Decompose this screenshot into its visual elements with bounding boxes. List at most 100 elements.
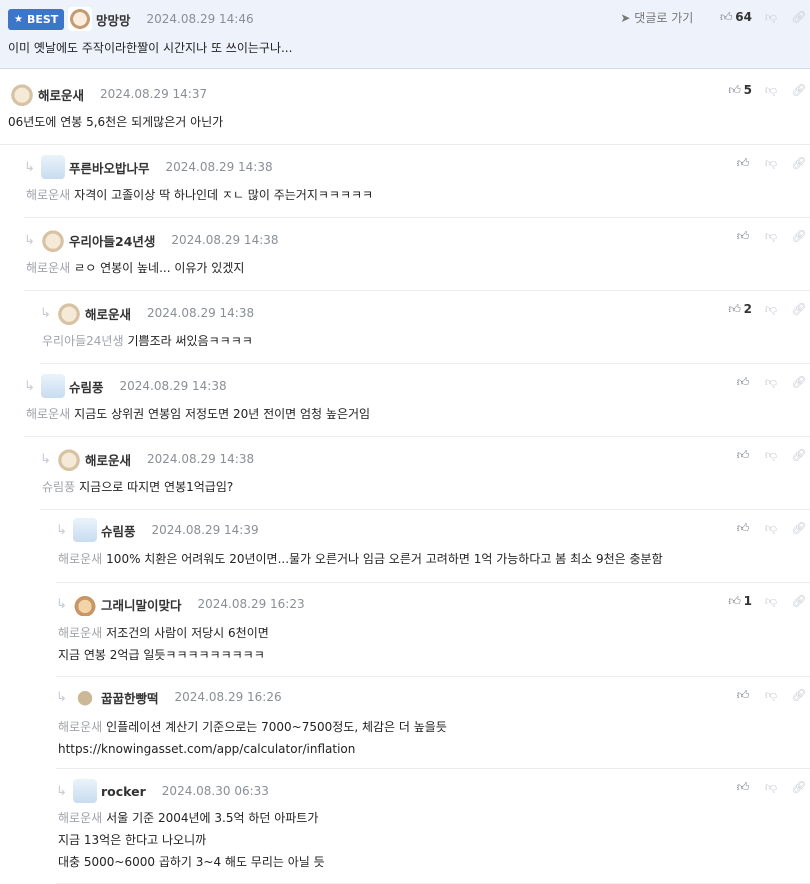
- reply-arrow-icon: ↳: [56, 522, 67, 538]
- mention[interactable]: 우리아들24년생: [42, 334, 124, 348]
- reply-arrow-icon: ↳: [24, 378, 35, 394]
- avatar[interactable]: [41, 228, 65, 252]
- comment-body: 해로운새 서울 기준 2004년에 3.5억 하던 아파트가 지금 13억은 한다…: [58, 807, 325, 873]
- mention[interactable]: 해로운새: [58, 552, 102, 566]
- thumbs-down-icon[interactable]: 👎︎: [760, 688, 782, 703]
- thumbs-down-icon[interactable]: 👎︎: [760, 375, 782, 390]
- comment-body: 슈림풍 지금으로 따지면 연봉1억급임?: [42, 476, 233, 498]
- nickname[interactable]: 푸른바오밥나무: [69, 158, 150, 177]
- comment-date: 2024.08.29 14:38: [119, 379, 227, 393]
- avatar[interactable]: [73, 592, 97, 616]
- thumbs-down-icon[interactable]: 👎︎: [760, 229, 782, 244]
- thumbs-up-icon[interactable]: 👍︎: [732, 156, 754, 171]
- thumbs-up-icon[interactable]: 👍︎: [732, 229, 754, 244]
- comment-header: ↳ 푸른바오밥나무 2024.08.29 14:38: [24, 155, 273, 179]
- reply-arrow-icon: ↳: [56, 783, 67, 799]
- goto-comment-button[interactable]: ➤ 댓글로 가기: [620, 9, 693, 26]
- reply-arrow-icon: ↳: [40, 451, 51, 467]
- comment-header: ↳ 슈림풍 2024.08.29 14:39: [56, 518, 259, 542]
- nickname[interactable]: 꿉꿉한빵떡: [101, 688, 159, 707]
- nickname[interactable]: 해로운새: [85, 304, 131, 323]
- link-icon[interactable]: 🔗︎: [788, 521, 810, 535]
- thumbs-up-icon[interactable]: 👍︎: [732, 448, 754, 463]
- nickname[interactable]: 해로운새: [38, 85, 84, 104]
- best-badge: ★ BEST: [8, 9, 65, 30]
- thumbs-down-icon[interactable]: 👎︎: [760, 448, 782, 463]
- link-icon[interactable]: 🔗︎: [788, 780, 810, 794]
- thumbs-up-icon[interactable]: 👍︎: [715, 10, 737, 25]
- comment-body: 06년도에 연봉 5,6천은 되게많은거 아닌가: [8, 111, 223, 133]
- link-icon[interactable]: 🔗︎: [788, 688, 810, 702]
- link-icon[interactable]: 🔗︎: [788, 83, 810, 97]
- mention[interactable]: 해로운새: [58, 811, 102, 825]
- comment-link[interactable]: https://knowingasset.com/app/calculator/…: [58, 742, 355, 756]
- link-icon[interactable]: 🔗︎: [788, 156, 810, 170]
- mention[interactable]: 슈림풍: [42, 480, 75, 494]
- mention[interactable]: 해로운새: [26, 407, 70, 421]
- comment-header: ↳ 꿉꿉한빵떡 2024.08.29 16:26: [56, 685, 282, 709]
- avatar[interactable]: [73, 685, 97, 709]
- comment-header: ↳ rocker 2024.08.30 06:33: [56, 779, 269, 803]
- link-icon[interactable]: 🔗︎: [788, 10, 810, 24]
- thumbs-up-icon[interactable]: 👍︎: [732, 375, 754, 390]
- mention[interactable]: 해로운새: [58, 626, 102, 640]
- thumbs-up-icon[interactable]: 👍︎: [724, 594, 746, 609]
- best-badge-label: BEST: [26, 13, 59, 26]
- goto-comment-label[interactable]: 댓글로 가기: [634, 11, 693, 25]
- thumbs-down-icon[interactable]: 👎︎: [760, 10, 782, 25]
- nickname[interactable]: 슈림풍: [101, 521, 136, 540]
- avatar[interactable]: [73, 518, 97, 542]
- avatar[interactable]: [73, 779, 97, 803]
- thumbs-down-icon[interactable]: 👎︎: [760, 83, 782, 98]
- comment: ↳ rocker 2024.08.30 06:33 👍︎ 👎︎ 🔗︎ 해로운새 서…: [56, 769, 810, 884]
- comment-line: 지금 13억은 한다고 나오니까: [58, 833, 207, 847]
- avatar[interactable]: [68, 7, 92, 31]
- comment-body: 우리아들24년생 기쁨조라 써있음ㅋㅋㅋㅋ: [42, 330, 253, 352]
- nickname[interactable]: rocker: [101, 784, 146, 799]
- thumbs-down-icon[interactable]: 👎︎: [760, 302, 782, 317]
- thumbs-down-icon[interactable]: 👎︎: [760, 156, 782, 171]
- comment-actions: 👍︎ 👎︎ 🔗︎: [726, 518, 810, 538]
- comment-date: 2024.08.29 14:46: [146, 12, 254, 26]
- comment-actions: 👍︎ 1 👎︎ 🔗︎: [718, 591, 810, 611]
- nickname[interactable]: 우리아들24년생: [69, 231, 155, 250]
- thumbs-down-icon[interactable]: 👎︎: [760, 780, 782, 795]
- thumbs-up-icon[interactable]: 👍︎: [732, 521, 754, 536]
- comment-header: ↳ 해로운새 2024.08.29 14:38: [40, 301, 254, 325]
- thumbs-down-icon[interactable]: 👎︎: [760, 521, 782, 536]
- comment-line: 대충 5000~6000 곱하기 3~4 해도 무리는 아닐 듯: [58, 855, 325, 869]
- comment: ↳ 그래니말이맞다 2024.08.29 16:23 👍︎ 1 👎︎ 🔗︎ 해로…: [56, 583, 810, 677]
- avatar[interactable]: [57, 301, 81, 325]
- like-count: 64: [735, 10, 752, 24]
- mention[interactable]: 해로운새: [26, 188, 70, 202]
- thumbs-up-icon[interactable]: 👍︎: [732, 780, 754, 795]
- thumbs-up-icon[interactable]: 👍︎: [724, 83, 746, 98]
- mention[interactable]: 해로운새: [58, 720, 102, 734]
- nickname[interactable]: 망망망: [96, 10, 131, 29]
- comment-actions: 👍︎ 2 👎︎ 🔗︎: [718, 299, 810, 319]
- comment-actions: ➤ 댓글로 가기 👍︎ 64 👎︎ 🔗︎: [620, 7, 810, 27]
- link-icon[interactable]: 🔗︎: [788, 448, 810, 462]
- link-icon[interactable]: 🔗︎: [788, 229, 810, 243]
- nickname[interactable]: 해로운새: [85, 450, 131, 469]
- mention[interactable]: 해로운새: [26, 261, 70, 275]
- thumbs-up-icon[interactable]: 👍︎: [724, 302, 746, 317]
- link-icon[interactable]: 🔗︎: [788, 594, 810, 608]
- comment-line: 100% 치환은 어려워도 20년이면...물가 오른거나 임금 오른거 고려하…: [106, 552, 663, 566]
- avatar[interactable]: [57, 447, 81, 471]
- comment-actions: 👍︎ 👎︎ 🔗︎: [726, 777, 810, 797]
- avatar[interactable]: [10, 82, 34, 106]
- thumbs-up-icon[interactable]: 👍︎: [732, 688, 754, 703]
- avatar[interactable]: [41, 374, 65, 398]
- comment-actions: 👍︎ 5 👎︎ 🔗︎: [718, 80, 810, 100]
- comment-line: 지금으로 따지면 연봉1억급임?: [79, 480, 234, 494]
- comment-date: 2024.08.29 14:38: [147, 306, 255, 320]
- link-icon[interactable]: 🔗︎: [788, 375, 810, 389]
- nickname[interactable]: 그래니말이맞다: [101, 595, 182, 614]
- comment-line: 서울 기준 2004년에 3.5억 하던 아파트가: [106, 811, 319, 825]
- avatar[interactable]: [41, 155, 65, 179]
- nickname[interactable]: 슈림풍: [69, 377, 104, 396]
- link-icon[interactable]: 🔗︎: [788, 302, 810, 316]
- comment-body: 해로운새 저조건의 사람이 저당시 6천이면 지금 연봉 2억급 일듯ㅋㅋㅋㅋㅋㅋ…: [58, 622, 269, 666]
- thumbs-down-icon[interactable]: 👎︎: [760, 594, 782, 609]
